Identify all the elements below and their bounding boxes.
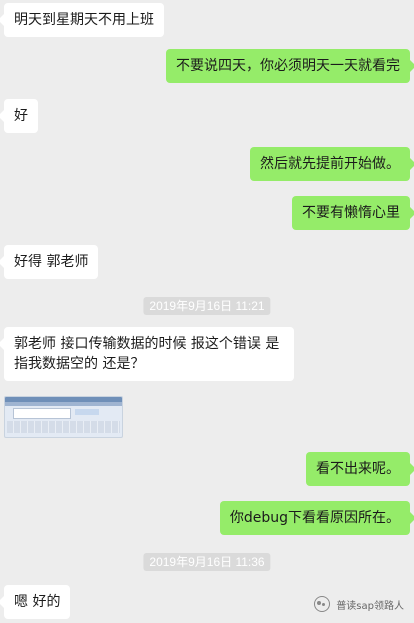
watermark-text: 普读sap领路人 [336, 600, 404, 612]
message-text: 不要有懒惰心里 [302, 205, 400, 221]
message-bubble-sent[interactable]: 然后就先提前开始做。 [250, 147, 414, 181]
message-bubble-received[interactable]: 明天到星期天不用上班 [0, 3, 164, 37]
message-bubble-received[interactable]: 嗯 好的 [0, 585, 71, 619]
message-bubble-sent[interactable]: 看不出来呢。 [306, 452, 414, 486]
message-text: 好得 郭老师 [14, 254, 89, 270]
timestamp: 2019年9月16日 11:36 [143, 553, 271, 571]
message-bubble-received[interactable]: 郭老师 接口传输数据的时候 报这个错误 是指我数据空的 还是？ [0, 327, 294, 381]
thumb-toolbar [5, 402, 122, 406]
message-text: 嗯 好的 [14, 594, 61, 610]
timestamp: 2019年9月16日 11:21 [143, 297, 271, 315]
message-text: 然后就先提前开始做。 [260, 156, 400, 172]
message-bubble-sent[interactable]: 不要有懒惰心里 [292, 196, 414, 230]
message-text: 明天到星期天不用上班 [14, 12, 154, 28]
wechat-icon [314, 596, 331, 612]
message-bubble-received[interactable]: 好得 郭老师 [0, 245, 99, 279]
watermark: 普读sap领路人 [314, 596, 404, 612]
image-message[interactable] [4, 396, 123, 438]
message-bubble-received[interactable]: 好 [0, 99, 38, 133]
thumb-panel [13, 408, 71, 419]
message-text: 郭老师 接口传输数据的时候 报这个错误 是指我数据空的 还是？ [14, 336, 280, 372]
message-text: 不要说四天，你必须明天一天就看完 [176, 58, 400, 74]
message-text: 你debug下看看原因所在。 [229, 510, 400, 526]
message-text: 好 [14, 108, 28, 124]
message-bubble-sent[interactable]: 不要说四天，你必须明天一天就看完 [166, 49, 414, 83]
message-bubble-sent[interactable]: 你debug下看看原因所在。 [219, 501, 414, 535]
thumb-grid [7, 421, 120, 433]
message-text: 看不出来呢。 [316, 461, 400, 477]
thumb-field [75, 409, 99, 415]
